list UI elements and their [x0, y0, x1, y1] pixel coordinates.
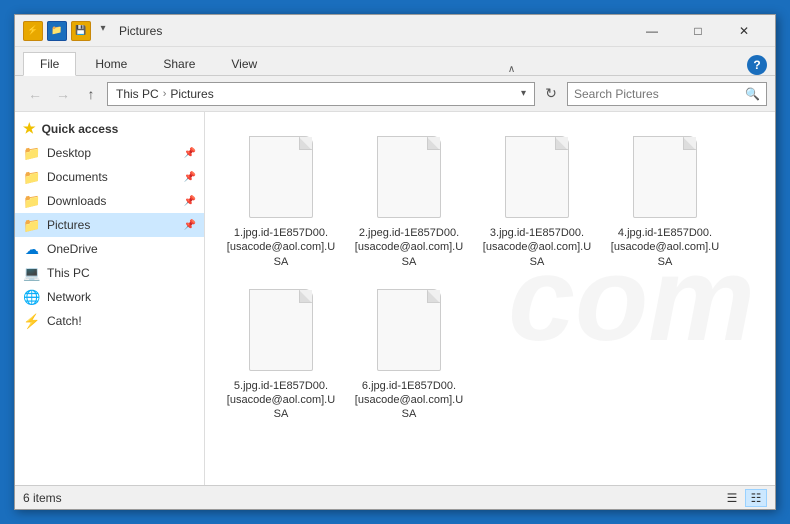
- sidebar-item-desktop[interactable]: 📁 Desktop 📌: [15, 141, 204, 165]
- folder-icon-small: 📁: [47, 21, 67, 41]
- file-item-6[interactable]: 6.jpg.id-1E857D00.[usacode@aol.com].USA: [349, 281, 469, 426]
- file-paper-1: [249, 136, 313, 218]
- sidebar-label-catch: Catch!: [47, 314, 82, 328]
- file-paper-4: [633, 136, 697, 218]
- ribbon-expand-icon[interactable]: ∧: [508, 64, 515, 75]
- refresh-button[interactable]: ↻: [539, 82, 563, 106]
- file-icon-1: [245, 132, 317, 222]
- sidebar-label-desktop: Desktop: [47, 146, 91, 160]
- file-icon-6: [373, 285, 445, 375]
- title-bar: ⚡ 📁 💾 ▾ Pictures — □ ✕: [15, 15, 775, 47]
- sidebar: ★ Quick access 📁 Desktop 📌 📁 Documents 📌…: [15, 112, 205, 485]
- file-paper-6: [377, 289, 441, 371]
- catch-icon: ⚡: [23, 312, 41, 330]
- ribbon-tabs: File Home Share View ∧ ?: [15, 47, 775, 75]
- sidebar-label-network: Network: [47, 290, 91, 304]
- title-bar-icons: ⚡ 📁 💾 ▾: [23, 21, 111, 41]
- file-icon-4: [629, 132, 701, 222]
- path-dropdown-arrow[interactable]: ▾: [521, 88, 526, 99]
- sidebar-item-pictures[interactable]: 📁 Pictures 📌: [15, 213, 204, 237]
- window-title: Pictures: [119, 24, 629, 38]
- file-icon-5: [245, 285, 317, 375]
- file-paper-3: [505, 136, 569, 218]
- address-path[interactable]: This PC › Pictures ▾: [107, 82, 535, 106]
- quick-access-label: Quick access: [42, 122, 119, 136]
- file-paper-5: [249, 289, 313, 371]
- file-name-1: 1.jpg.id-1E857D00.[usacode@aol.com].USA: [226, 226, 336, 269]
- folder-icon-downloads: 📁: [23, 192, 41, 210]
- ribbon: File Home Share View ∧ ?: [15, 47, 775, 76]
- file-area: com 1.jpg.id-1E857D00.[usacode@aol.com].…: [205, 112, 775, 485]
- file-item-4[interactable]: 4.jpg.id-1E857D00.[usacode@aol.com].USA: [605, 128, 725, 273]
- folder-icon-pictures: 📁: [23, 216, 41, 234]
- files-grid: 1.jpg.id-1E857D00.[usacode@aol.com].USA …: [213, 120, 767, 434]
- onedrive-icon: ☁: [23, 240, 41, 258]
- sidebar-label-pictures: Pictures: [47, 218, 90, 232]
- star-icon: ★: [23, 120, 36, 137]
- address-bar: ← → ↑ This PC › Pictures ▾ ↻ 🔍: [15, 76, 775, 112]
- pin-icon-downloads: 📌: [184, 196, 196, 207]
- status-bar: 6 items ☰ ☷: [15, 485, 775, 509]
- pin-icon-desktop: 📌: [184, 148, 196, 159]
- up-button[interactable]: ↑: [79, 82, 103, 106]
- sidebar-label-documents: Documents: [47, 170, 108, 184]
- file-name-3: 3.jpg.id-1E857D00.[usacode@aol.com].USA: [482, 226, 592, 269]
- file-item-5[interactable]: 5.jpg.id-1E857D00.[usacode@aol.com].USA: [221, 281, 341, 426]
- window-controls: — □ ✕: [629, 15, 767, 47]
- search-input[interactable]: [574, 87, 741, 101]
- close-button[interactable]: ✕: [721, 15, 767, 47]
- file-paper-2: [377, 136, 441, 218]
- help-button[interactable]: ?: [747, 55, 767, 75]
- file-name-4: 4.jpg.id-1E857D00.[usacode@aol.com].USA: [610, 226, 720, 269]
- list-view-button[interactable]: ☰: [721, 489, 743, 507]
- folder-icon-desktop: 📁: [23, 144, 41, 162]
- main-content: ★ Quick access 📁 Desktop 📌 📁 Documents 📌…: [15, 112, 775, 485]
- save-icon: 💾: [71, 21, 91, 41]
- path-thispc: This PC: [116, 87, 159, 101]
- sidebar-item-downloads[interactable]: 📁 Downloads 📌: [15, 189, 204, 213]
- sidebar-item-network[interactable]: 🌐 Network: [15, 285, 204, 309]
- file-item-1[interactable]: 1.jpg.id-1E857D00.[usacode@aol.com].USA: [221, 128, 341, 273]
- tab-view[interactable]: View: [214, 52, 274, 75]
- tab-file[interactable]: File: [23, 52, 76, 76]
- folder-icon-documents: 📁: [23, 168, 41, 186]
- sidebar-item-onedrive[interactable]: ☁ OneDrive: [15, 237, 204, 261]
- path-pictures: Pictures: [170, 87, 213, 101]
- back-button[interactable]: ←: [23, 82, 47, 106]
- sidebar-label-onedrive: OneDrive: [47, 242, 98, 256]
- network-icon: 🌐: [23, 288, 41, 306]
- file-item-2[interactable]: 2.jpeg.id-1E857D00.[usacode@aol.com].USA: [349, 128, 469, 273]
- tab-share[interactable]: Share: [146, 52, 212, 75]
- search-box[interactable]: 🔍: [567, 82, 767, 106]
- forward-button[interactable]: →: [51, 82, 75, 106]
- file-item-3[interactable]: 3.jpg.id-1E857D00.[usacode@aol.com].USA: [477, 128, 597, 273]
- sidebar-label-thispc: This PC: [47, 266, 90, 280]
- tab-home[interactable]: Home: [78, 52, 144, 75]
- pin-icon-pictures: 📌: [184, 220, 196, 231]
- file-icon-3: [501, 132, 573, 222]
- maximize-button[interactable]: □: [675, 15, 721, 47]
- grid-view-button[interactable]: ☷: [745, 489, 767, 507]
- sidebar-item-documents[interactable]: 📁 Documents 📌: [15, 165, 204, 189]
- pin-icon-documents: 📌: [184, 172, 196, 183]
- item-count: 6 items: [23, 491, 62, 505]
- quick-access-icon: ⚡: [23, 21, 43, 41]
- file-name-2: 2.jpeg.id-1E857D00.[usacode@aol.com].USA: [354, 226, 464, 269]
- file-name-6: 6.jpg.id-1E857D00.[usacode@aol.com].USA: [354, 379, 464, 422]
- view-controls: ☰ ☷: [721, 489, 767, 507]
- sidebar-label-downloads: Downloads: [47, 194, 106, 208]
- minimize-button[interactable]: —: [629, 15, 675, 47]
- sidebar-item-catch[interactable]: ⚡ Catch!: [15, 309, 204, 333]
- thispc-icon: 💻: [23, 264, 41, 282]
- explorer-window: ⚡ 📁 💾 ▾ Pictures — □ ✕ File Home Share V…: [14, 14, 776, 510]
- file-name-5: 5.jpg.id-1E857D00.[usacode@aol.com].USA: [226, 379, 336, 422]
- sidebar-item-thispc[interactable]: 💻 This PC: [15, 261, 204, 285]
- path-sep-1: ›: [163, 88, 167, 100]
- file-icon-2: [373, 132, 445, 222]
- title-dropdown-arrow[interactable]: ▾: [95, 21, 111, 37]
- quick-access-header[interactable]: ★ Quick access: [15, 116, 204, 141]
- search-icon[interactable]: 🔍: [745, 87, 760, 101]
